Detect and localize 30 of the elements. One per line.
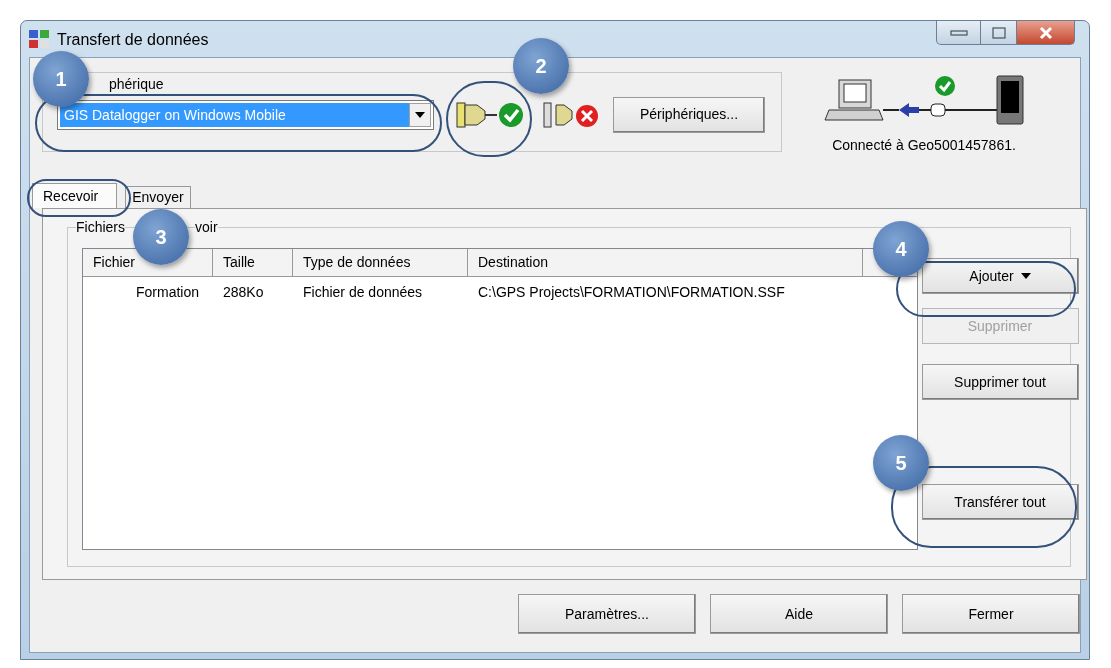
minimize-icon [949,28,968,37]
tab[interactable]: Envoyer [125,186,191,208]
devices-button[interactable]: Périphériques... [613,96,765,133]
table-cell-text: Formation [134,282,200,302]
connection-status: Connecté à Geo5001457861. [832,136,1016,155]
group-label: phérique [109,76,164,92]
tab[interactable]: Recevoir [32,183,118,208]
footer-button[interactable]: Paramètres... [518,594,696,634]
close-icon [1038,25,1053,40]
callout-badge: 2 [513,38,569,94]
app-icon [28,28,50,50]
maximize-button[interactable] [981,21,1017,45]
maximize-icon [991,26,1006,39]
column-header[interactable]: Destination [468,249,863,276]
window-title: Transfert de données [57,30,209,50]
table-cell-text: C:\GPS Projects\FORMATION\FORMATION.SSF [477,282,786,302]
column-header[interactable]: Type de données [293,249,468,276]
footer-button[interactable]: Fermer [902,594,1080,634]
table-cell-text: Fichier de données [302,282,424,302]
group-label: Fichiers [76,219,125,235]
close-button[interactable] [1017,21,1075,45]
minimize-button[interactable] [936,21,981,45]
column-header[interactable]: Taille [213,249,293,276]
group-label: voir [195,219,218,235]
caret-icon [415,111,425,118]
side-button[interactable]: Transférer tout [921,484,1079,520]
footer-button[interactable]: Aide [710,594,888,634]
table-cell-text: 288Ko [222,282,265,302]
side-button[interactable]: Ajouter [921,258,1079,294]
side-button[interactable]: Supprimer tout [921,364,1079,400]
